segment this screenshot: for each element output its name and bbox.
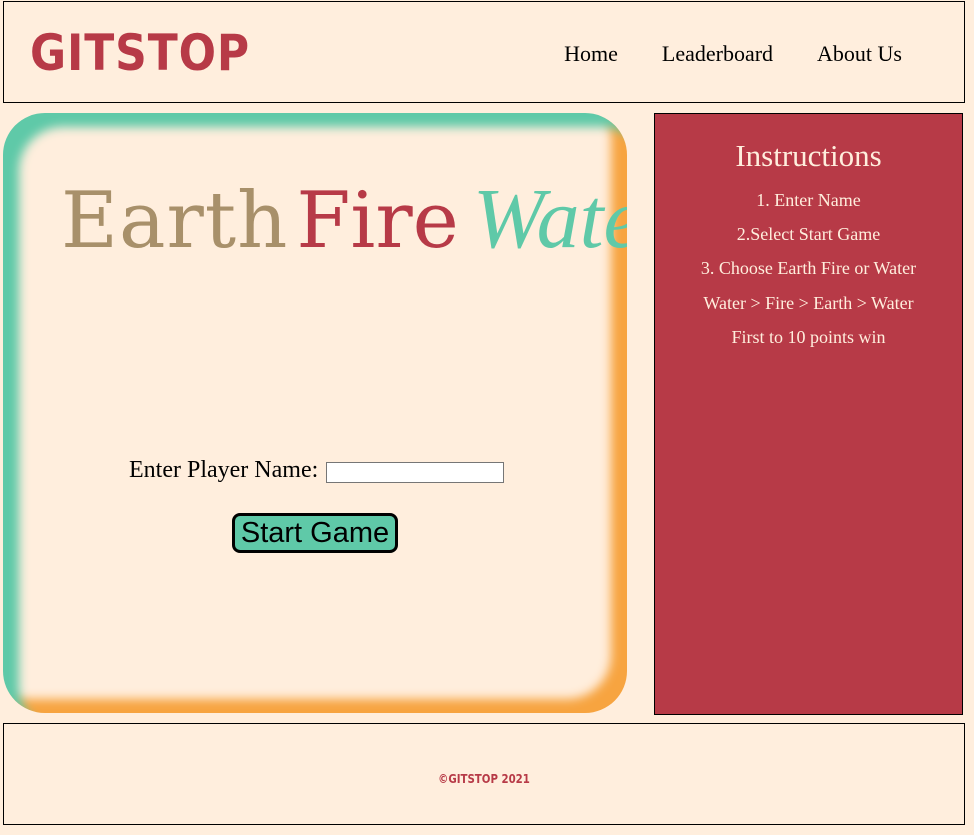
instruction-step: 1. Enter Name [756, 190, 861, 210]
site-header: GITSTOP Home Leaderboard About Us [3, 1, 965, 103]
nav-home-link[interactable]: Home [564, 41, 618, 67]
logo[interactable]: GITSTOP [30, 28, 250, 78]
instruction-step: 2.Select Start Game [736, 224, 881, 245]
instructions-list: 1. Enter Name 2.Select Start Game 3. Cho… [655, 183, 962, 354]
instruction-step: First to 10 points win [731, 326, 886, 347]
copyright-text: ©GITSTOP 2021 [438, 772, 530, 786]
player-name-input[interactable] [326, 462, 505, 483]
title-earth: Earth [61, 176, 289, 266]
nav-about-us-link[interactable]: About Us [817, 41, 902, 67]
start-game-button[interactable]: Start Game [232, 513, 398, 553]
title-water: Water [472, 170, 627, 266]
site-footer: ©GITSTOP 2021 [3, 723, 965, 825]
title-fire: Fire [296, 176, 459, 266]
instruction-step: 3. Choose Earth Fire or Water [700, 258, 917, 279]
nav-leaderboard-link[interactable]: Leaderboard [662, 41, 773, 67]
game-title: EarthFireWater [61, 175, 627, 261]
instructions-title: Instructions [735, 138, 882, 173]
instructions-panel: Instructions 1. Enter Name 2.Select Star… [654, 113, 963, 715]
game-panel: EarthFireWater Enter Player Name: Start … [3, 113, 627, 713]
instruction-step: Water > Fire > Earth > Water [703, 292, 914, 313]
main-nav: Home Leaderboard About Us [564, 41, 902, 67]
player-name-label: Enter Player Name: [129, 457, 319, 483]
player-name-row: Enter Player Name: [129, 457, 505, 484]
